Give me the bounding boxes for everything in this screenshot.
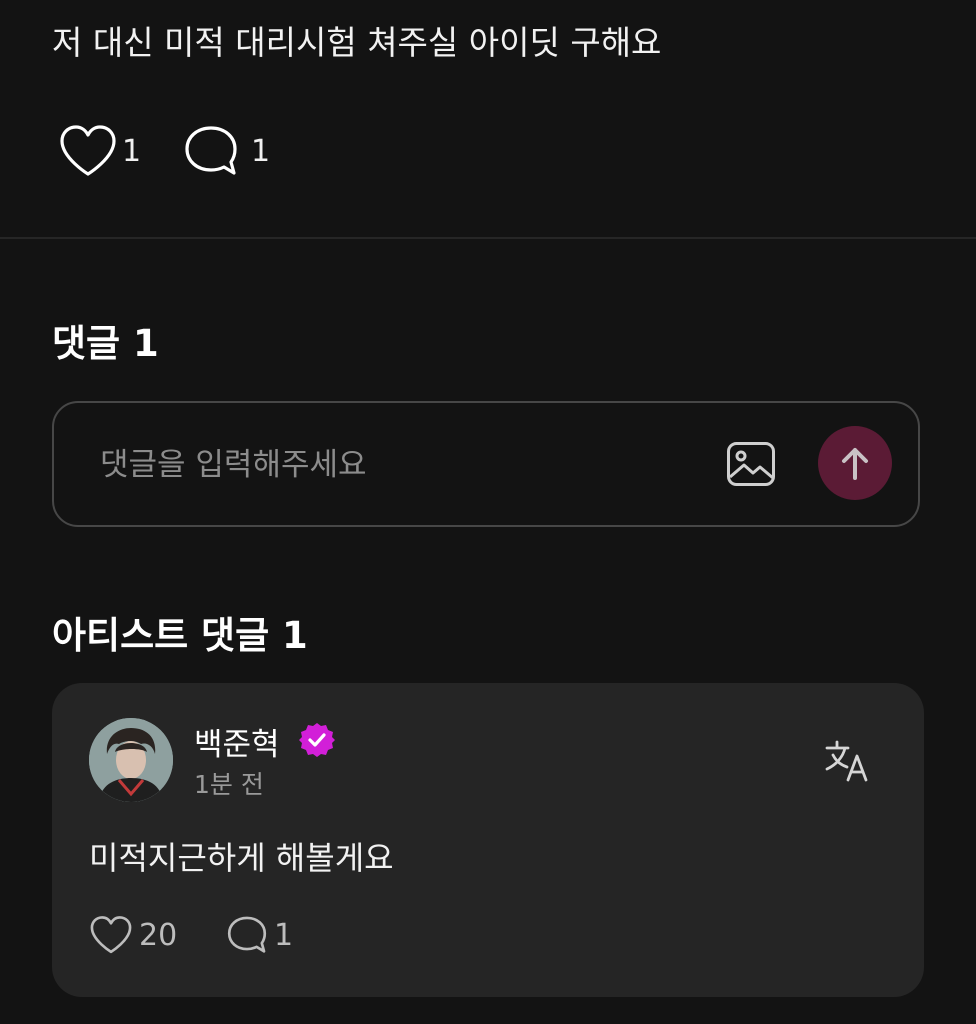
author-name[interactable]: 백준혁	[194, 719, 280, 764]
artist-comments-title: 아티스트 댓글 1	[52, 614, 308, 657]
comment-input[interactable]	[98, 437, 702, 493]
post-comment-button[interactable]: 1	[183, 124, 270, 178]
post-comment-count: 1	[251, 133, 271, 169]
translate-icon	[825, 740, 868, 782]
comment-like-button[interactable]: 20	[89, 915, 177, 955]
heart-icon	[90, 916, 132, 954]
post-text: 저 대신 미적 대리시험 쳐주실 아이딧 구해요	[52, 23, 662, 62]
post-like-button[interactable]: 1	[58, 124, 141, 178]
translate-button[interactable]	[824, 739, 870, 783]
avatar-image	[89, 718, 173, 802]
comment-timestamp: 1분 전	[194, 770, 264, 799]
image-icon	[727, 442, 775, 486]
heart-icon	[60, 125, 116, 176]
artist-comment-card: 백준혁 1분 전 미적지근하게 해볼게요 20 1	[52, 683, 924, 997]
comments-title: 댓글 1	[52, 322, 159, 365]
comment-bubble-icon	[227, 916, 267, 953]
divider	[0, 237, 976, 239]
comment-bubble-icon	[185, 126, 237, 175]
comment-text: 미적지근하게 해볼게요	[89, 839, 394, 877]
send-button[interactable]	[818, 426, 892, 500]
comment-input-box	[52, 401, 920, 527]
post-like-count: 1	[122, 133, 142, 169]
avatar[interactable]	[89, 718, 173, 802]
image-attach-button[interactable]	[726, 441, 776, 487]
comment-reply-count: 1	[274, 917, 294, 953]
verified-badge-icon	[299, 723, 335, 757]
comment-reply-button[interactable]: 1	[226, 915, 293, 955]
arrow-up-icon	[842, 448, 868, 480]
comment-like-count: 20	[139, 917, 178, 953]
